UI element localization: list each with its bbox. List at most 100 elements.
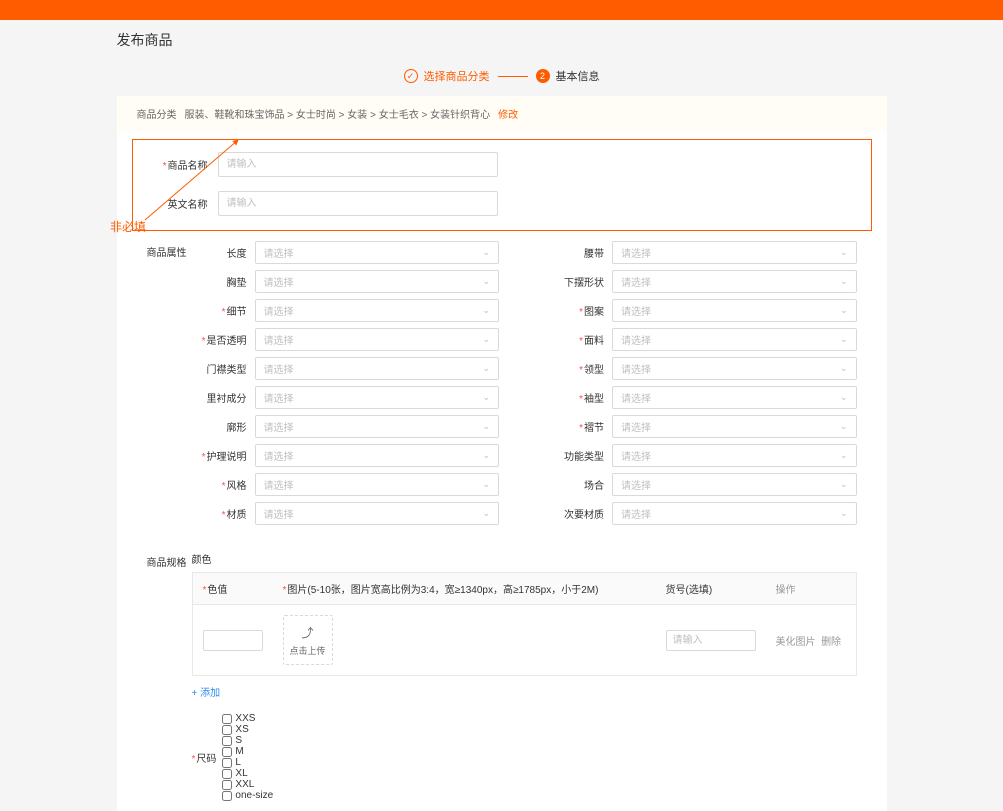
chevron-down-icon: ⌄ xyxy=(840,363,848,374)
attr-select[interactable]: 请选择⌄ xyxy=(612,270,857,293)
attr-select[interactable]: 请选择⌄ xyxy=(612,241,857,264)
attributes-section: 商品属性 长度请选择⌄胸垫请选择⌄细节请选择⌄是否透明请选择⌄门襟类型请选择⌄里… xyxy=(117,231,887,541)
chevron-down-icon: ⌄ xyxy=(482,363,490,374)
attr-select[interactable]: 请选择⌄ xyxy=(255,473,500,496)
attr-select[interactable]: 请选择⌄ xyxy=(255,299,500,322)
modify-link[interactable]: 修改 xyxy=(498,106,518,121)
size-option-label: XS xyxy=(235,724,248,735)
chevron-down-icon: ⌄ xyxy=(840,305,848,316)
attr-select[interactable]: 请选择⌄ xyxy=(255,444,500,467)
attr-select[interactable]: 请选择⌄ xyxy=(255,502,500,525)
header-sku: 货号(选填) xyxy=(656,573,766,604)
size-checkbox[interactable] xyxy=(222,747,232,757)
spec-section-label: 商品规格 xyxy=(147,551,192,801)
chevron-down-icon: ⌄ xyxy=(840,508,848,519)
chevron-down-icon: ⌄ xyxy=(840,392,848,403)
attr-label: 材质 xyxy=(192,506,247,521)
attr-label: 细节 xyxy=(192,303,247,318)
attr-label: 领型 xyxy=(549,361,604,376)
attr-label: 面料 xyxy=(549,332,604,347)
attr-select[interactable]: 请选择⌄ xyxy=(255,270,500,293)
header-color: 色值 xyxy=(203,585,228,596)
size-option-label: one-size xyxy=(235,790,273,801)
attr-label: 胸垫 xyxy=(192,274,247,289)
size-checkbox[interactable] xyxy=(222,736,232,746)
attr-label: 长度 xyxy=(192,245,247,260)
product-name-label: 商品名称 xyxy=(148,157,208,172)
chevron-down-icon: ⌄ xyxy=(482,450,490,461)
upload-text: 点击上传 xyxy=(289,644,325,657)
attr-select[interactable]: 请选择⌄ xyxy=(612,415,857,438)
attr-label: 护理说明 xyxy=(192,448,247,463)
chevron-down-icon: ⌄ xyxy=(840,421,848,432)
attr-select[interactable]: 请选择⌄ xyxy=(612,444,857,467)
chevron-down-icon: ⌄ xyxy=(482,421,490,432)
chevron-down-icon: ⌄ xyxy=(482,508,490,519)
attr-select[interactable]: 请选择⌄ xyxy=(255,357,500,380)
add-spec-button[interactable]: + 添加 xyxy=(192,676,857,703)
attr-label: 门襟类型 xyxy=(192,361,247,376)
chevron-down-icon: ⌄ xyxy=(482,392,490,403)
upload-button[interactable]: ⤴ 点击上传 xyxy=(283,615,333,665)
size-checkbox[interactable] xyxy=(222,714,232,724)
size-checkbox[interactable] xyxy=(222,758,232,768)
attr-select[interactable]: 请选择⌄ xyxy=(612,299,857,322)
size-checkbox[interactable] xyxy=(222,769,232,779)
page-title: 发布商品 xyxy=(117,20,887,60)
upload-icon: ⤴ xyxy=(301,624,313,641)
attr-select[interactable]: 请选择⌄ xyxy=(612,502,857,525)
attr-label: 次要材质 xyxy=(549,506,604,521)
step-1: ✓ 选择商品分类 xyxy=(404,68,490,84)
english-name-input[interactable] xyxy=(218,191,498,216)
chevron-down-icon: ⌄ xyxy=(482,334,490,345)
top-bar xyxy=(0,0,1003,20)
attr-select[interactable]: 请选择⌄ xyxy=(612,473,857,496)
attr-label: 袖型 xyxy=(549,390,604,405)
breadcrumb-label: 商品分类 xyxy=(137,106,177,121)
delete-link[interactable]: 删除 xyxy=(821,637,841,648)
color-value-input[interactable] xyxy=(203,630,263,651)
attr-label: 图案 xyxy=(549,303,604,318)
product-name-input[interactable] xyxy=(218,152,498,177)
attr-label: 里衬成分 xyxy=(192,390,247,405)
beautify-link[interactable]: 美化图片 xyxy=(776,637,816,648)
chevron-down-icon: ⌄ xyxy=(840,334,848,345)
attr-label: 是否透明 xyxy=(192,332,247,347)
main-panel: 商品分类 服装、鞋靴和珠宝饰品 > 女士时尚 > 女装 > 女士毛衣 > 女装针… xyxy=(117,96,887,811)
attr-select[interactable]: 请选择⌄ xyxy=(612,328,857,351)
header-op: 操作 xyxy=(766,573,856,604)
attr-select[interactable]: 请选择⌄ xyxy=(612,386,857,409)
step-connector xyxy=(498,76,528,77)
name-highlight-box: 商品名称 英文名称 xyxy=(132,139,872,231)
attr-select[interactable]: 请选择⌄ xyxy=(255,241,500,264)
breadcrumb: 商品分类 服装、鞋靴和珠宝饰品 > 女士时尚 > 女装 > 女士毛衣 > 女装针… xyxy=(117,96,887,131)
attr-label: 下摆形状 xyxy=(549,274,604,289)
attr-select[interactable]: 请选择⌄ xyxy=(255,328,500,351)
size-row: 尺码 XXS XS S M L XL XXL one-size xyxy=(192,713,857,801)
attr-select[interactable]: 请选择⌄ xyxy=(255,415,500,438)
sku-input[interactable] xyxy=(666,630,756,651)
attr-label: 廓形 xyxy=(192,419,247,434)
annotation-text: 非必填 xyxy=(110,218,146,235)
chevron-down-icon: ⌄ xyxy=(840,276,848,287)
chevron-down-icon: ⌄ xyxy=(482,305,490,316)
chevron-down-icon: ⌄ xyxy=(482,479,490,490)
chevron-down-icon: ⌄ xyxy=(840,247,848,258)
step-1-label: 选择商品分类 xyxy=(424,68,490,84)
attr-label: 褶节 xyxy=(549,419,604,434)
size-option-label: XXL xyxy=(235,779,254,790)
size-checkbox[interactable] xyxy=(222,791,232,801)
spec-section: 商品规格 颜色 色值 图片(5-10张，图片宽高比例为3:4，宽≥1340px，… xyxy=(117,541,887,811)
spec-table: 色值 图片(5-10张，图片宽高比例为3:4，宽≥1340px，高≥1785px… xyxy=(192,572,857,676)
size-checkbox[interactable] xyxy=(222,780,232,790)
attr-label: 场合 xyxy=(549,477,604,492)
english-name-label: 英文名称 xyxy=(148,196,208,211)
size-option-label: S xyxy=(235,735,242,746)
chevron-down-icon: ⌄ xyxy=(482,247,490,258)
attr-select[interactable]: 请选择⌄ xyxy=(612,357,857,380)
size-checkbox[interactable] xyxy=(222,725,232,735)
attr-label: 风格 xyxy=(192,477,247,492)
spec-row: ⤴ 点击上传 美化图片 删除 xyxy=(193,604,856,675)
attr-select[interactable]: 请选择⌄ xyxy=(255,386,500,409)
attributes-section-label: 商品属性 xyxy=(147,241,192,531)
